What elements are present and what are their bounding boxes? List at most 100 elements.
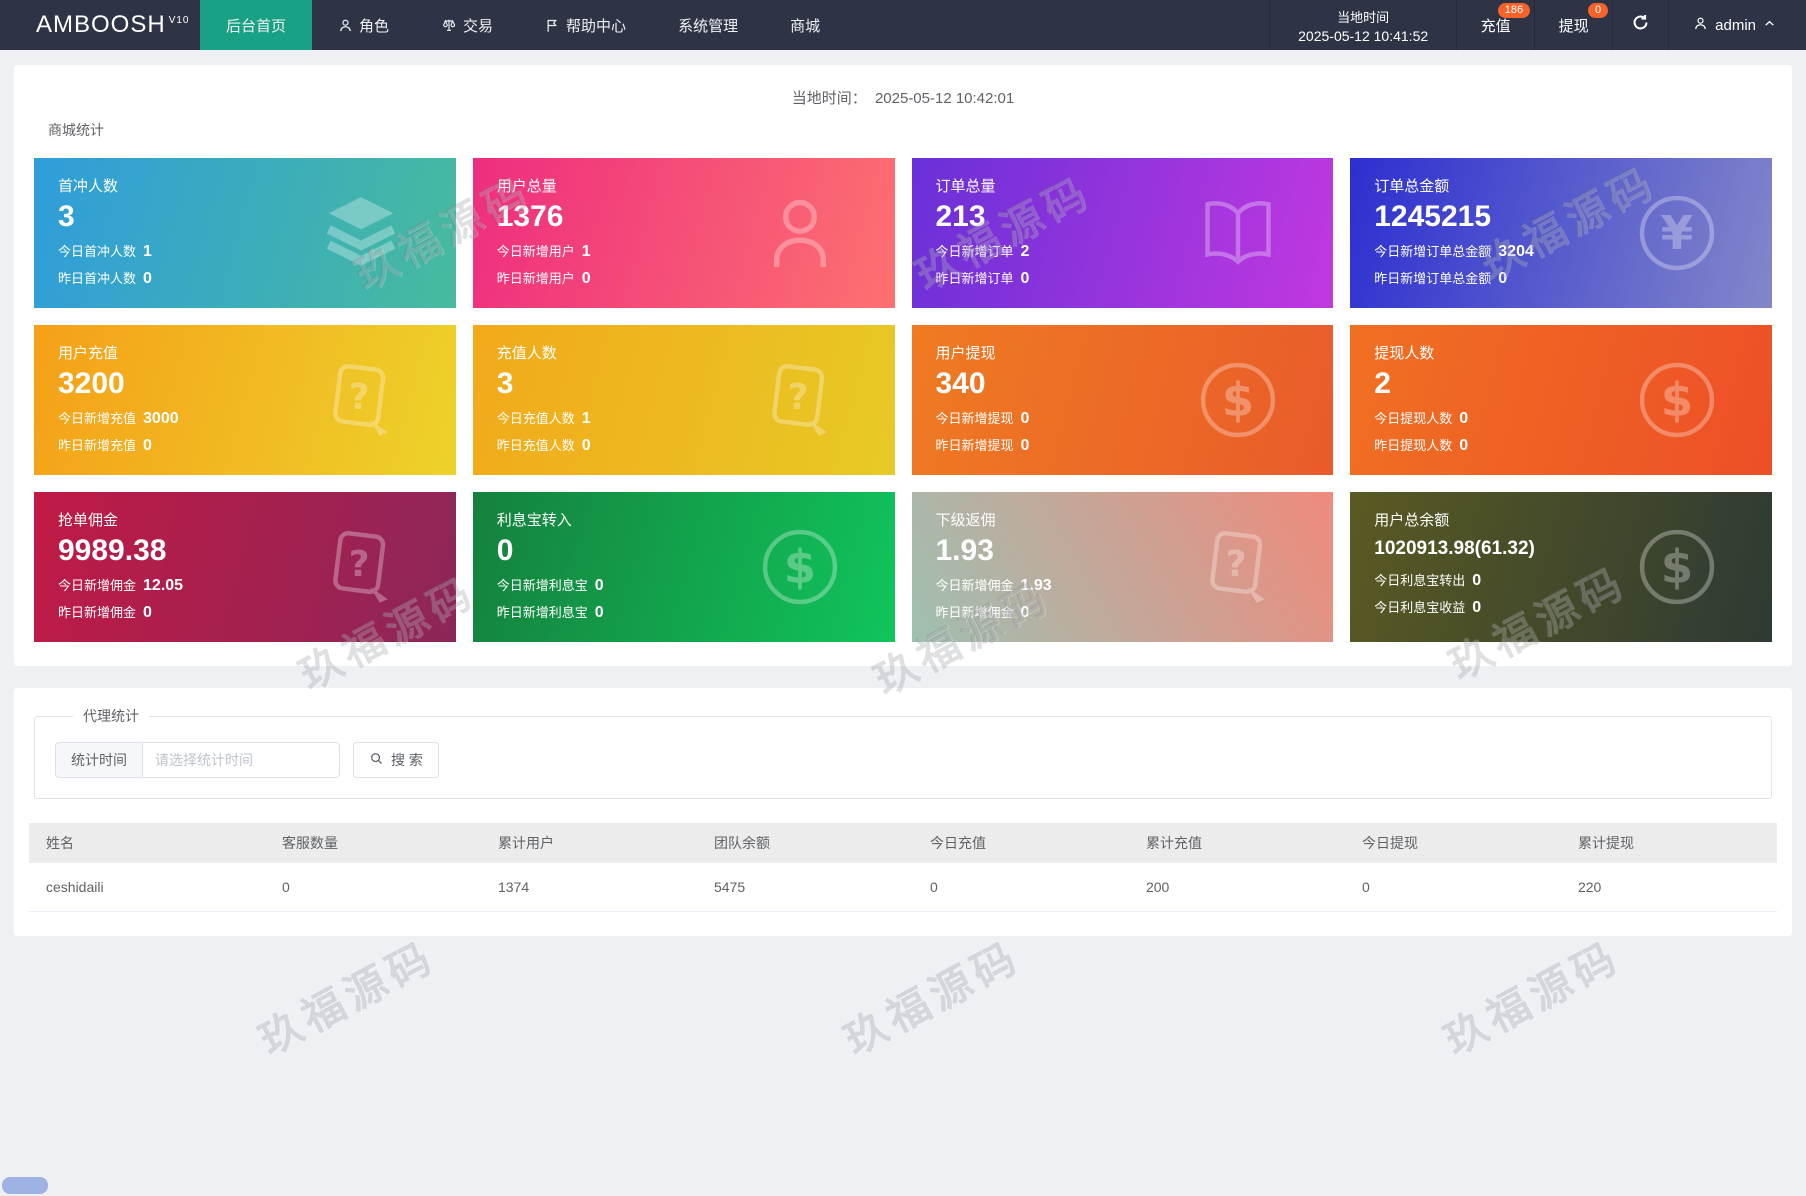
stat-line-label: 昨日新增提现 xyxy=(935,437,1014,453)
agent-stats-table: 姓名 客服数量 累计用户 团队余额 今日充值 累计充值 今日提现 累计提现 ce… xyxy=(29,823,1777,912)
nav-item-label: 角色 xyxy=(359,17,390,35)
svg-text:¥: ¥ xyxy=(1661,206,1693,260)
nav-item-trade[interactable]: 交易 xyxy=(415,0,519,50)
stat-line-label: 昨日新增订单 xyxy=(935,270,1014,286)
table-cell: 220 xyxy=(1560,863,1777,912)
layers-icon xyxy=(318,190,404,276)
stat-card-total-orders: 订单总量 213 今日新增订单 2 昨日新增订单 0 xyxy=(911,158,1334,308)
stat-time-label: 统计时间 xyxy=(55,742,142,778)
scales-icon xyxy=(441,17,457,33)
nav-item-home[interactable]: 后台首页 xyxy=(200,0,313,50)
nav-item-roles[interactable]: 角色 xyxy=(312,0,415,50)
stat-line-value: 0 xyxy=(1020,436,1030,454)
withdraw-button[interactable]: 提现 0 xyxy=(1535,0,1614,50)
floating-button[interactable] xyxy=(2,1177,48,1194)
withdraw-badge: 0 xyxy=(1588,3,1609,18)
book-icon xyxy=(1195,190,1281,276)
doc-question-icon: ? xyxy=(1195,524,1281,610)
stat-cards-grid: 首冲人数 3 今日首冲人数 1 昨日首冲人数 0 用户总量 1376 今日新增用户 1… xyxy=(34,158,1772,642)
svg-text:?: ? xyxy=(349,377,370,418)
top-navbar: AMBOOSH V10 后台首页 角色 交易 帮助中心 系统管理 商城 当地时间… xyxy=(0,0,1806,50)
app-version: V10 xyxy=(168,14,190,26)
stat-line-value: 0 xyxy=(581,436,591,454)
person-icon xyxy=(757,190,843,276)
nav-item-mall[interactable]: 商城 xyxy=(764,0,846,50)
stat-line-label: 今日新增充值 xyxy=(58,410,137,426)
stat-card-order-commission: 抢单佣金 9989.38 今日新增佣金 12.05 昨日新增佣金 0 ? xyxy=(34,492,456,642)
search-icon xyxy=(369,751,384,769)
stat-time-input[interactable] xyxy=(142,742,340,778)
page-local-time: 当地时间： 2025-05-12 10:42:01 xyxy=(34,81,1772,110)
stat-line-value: 1 xyxy=(143,242,152,260)
stat-card-total-order-amount: 订单总金额 1245215 今日新增订单总金额 3204 昨日新增订单总金额 0 ¥ xyxy=(1350,158,1772,308)
svg-text:$: $ xyxy=(1661,540,1693,594)
stat-card-interest-transfer-in: 利息宝转入 0 今日新增利息宝 0 昨日新增利息宝 0 $ xyxy=(472,492,895,642)
stat-line-label: 今日新增订单总金额 xyxy=(1374,243,1492,259)
nav-item-help-center[interactable]: 帮助中心 xyxy=(519,0,652,50)
stat-line-label: 昨日首冲人数 xyxy=(58,270,137,286)
stat-line-label: 今日新增佣金 xyxy=(58,577,137,593)
svg-text:$: $ xyxy=(1222,373,1254,427)
stat-line-value: 0 xyxy=(594,576,604,594)
stat-card-recharge-users: 充值人数 3 今日充值人数 1 昨日充值人数 0 ? xyxy=(472,325,895,475)
nav-item-label: 商城 xyxy=(790,17,821,35)
app-logo-text: AMBOOSH xyxy=(36,11,166,38)
section-title-mall-stats: 商城统计 xyxy=(48,122,104,138)
table-cell: 200 xyxy=(1128,863,1345,912)
stat-line-label: 昨日充值人数 xyxy=(496,437,575,453)
stat-line-value: 0 xyxy=(1498,269,1508,287)
table-cell: ceshidaili xyxy=(29,863,265,912)
stat-line-label: 今日利息宝转出 xyxy=(1374,573,1466,589)
table-header-row: 姓名 客服数量 累计用户 团队余额 今日充值 累计充值 今日提现 累计提现 xyxy=(29,823,1777,863)
stat-line-value: 2 xyxy=(1020,242,1030,260)
svg-text:$: $ xyxy=(783,540,815,594)
stat-line-value: 1 xyxy=(581,242,591,260)
user-menu[interactable]: admin xyxy=(1669,0,1806,50)
svg-text:?: ? xyxy=(349,544,370,585)
refresh-icon xyxy=(1631,13,1650,37)
stat-card-total-user-balance: 用户总余额 1020913.98(61.32) 今日利息宝转出 0 今日利息宝收益… xyxy=(1350,492,1772,642)
stat-line-label: 昨日新增利息宝 xyxy=(496,604,588,620)
watermark: 玖福源码 xyxy=(1436,932,1629,1064)
mall-stats-panel: 当地时间： 2025-05-12 10:42:01 商城统计 首冲人数 3 今日… xyxy=(14,65,1792,666)
dollar-circle-icon: $ xyxy=(1634,524,1720,610)
stat-line-label: 昨日新增充值 xyxy=(58,437,137,453)
stat-line-label: 今日充值人数 xyxy=(496,410,575,426)
stat-line-label: 今日新增佣金 xyxy=(935,577,1014,593)
stat-line-label: 昨日提现人数 xyxy=(1374,437,1453,453)
stat-card-total-users: 用户总量 1376 今日新增用户 1 昨日新增用户 0 xyxy=(472,158,895,308)
stat-line-value: 1.93 xyxy=(1020,576,1052,594)
agent-stats-panel: 代理统计 统计时间 搜 索 姓名 客服数量 累计用户 团队余额 今日充值 累计充… xyxy=(14,688,1792,936)
stat-card-withdraw-users: 提现人数 2 今日提现人数 0 昨日提现人数 0 $ xyxy=(1350,325,1772,475)
stat-line-value: 12.05 xyxy=(143,576,184,594)
search-button[interactable]: 搜 索 xyxy=(353,742,439,778)
refresh-button[interactable] xyxy=(1613,0,1670,50)
stat-line-label: 今日新增订单 xyxy=(935,243,1014,259)
table-header-cell: 累计用户 xyxy=(480,823,697,863)
stat-line-label: 今日首冲人数 xyxy=(58,243,137,259)
stat-time-input-group: 统计时间 xyxy=(55,742,340,778)
stat-line-label: 昨日新增用户 xyxy=(496,270,575,286)
nav-item-label: 后台首页 xyxy=(226,17,287,35)
doc-question-icon: ? xyxy=(318,357,404,443)
table-header-cell: 今日充值 xyxy=(912,823,1129,863)
doc-question-icon: ? xyxy=(757,357,843,443)
stat-line-value: 0 xyxy=(1020,603,1030,621)
stat-line-value: 0 xyxy=(1472,572,1482,590)
local-time: 当地时间 2025-05-12 10:41:52 xyxy=(1269,0,1458,50)
main-menu: 后台首页 角色 交易 帮助中心 系统管理 商城 xyxy=(200,0,846,50)
stat-line-label: 今日新增利息宝 xyxy=(496,577,588,593)
watermark: 玖福源码 xyxy=(251,932,444,1064)
stat-card-user-withdraw: 用户提现 340 今日新增提现 0 昨日新增提现 0 $ xyxy=(911,325,1334,475)
table-header-cell: 累计充值 xyxy=(1128,823,1345,863)
stat-line-label: 今日提现人数 xyxy=(1374,410,1453,426)
table-header-cell: 团队余额 xyxy=(696,823,913,863)
stat-line-value: 0 xyxy=(143,436,152,454)
recharge-button[interactable]: 充值 186 xyxy=(1457,0,1536,50)
stat-line-value: 3204 xyxy=(1498,242,1534,260)
table-header-cell: 姓名 xyxy=(29,823,265,863)
stat-line-label: 昨日新增佣金 xyxy=(58,604,137,620)
nav-item-system[interactable]: 系统管理 xyxy=(652,0,764,50)
nav-item-label: 系统管理 xyxy=(678,17,739,35)
stat-line-value: 1 xyxy=(581,409,591,427)
